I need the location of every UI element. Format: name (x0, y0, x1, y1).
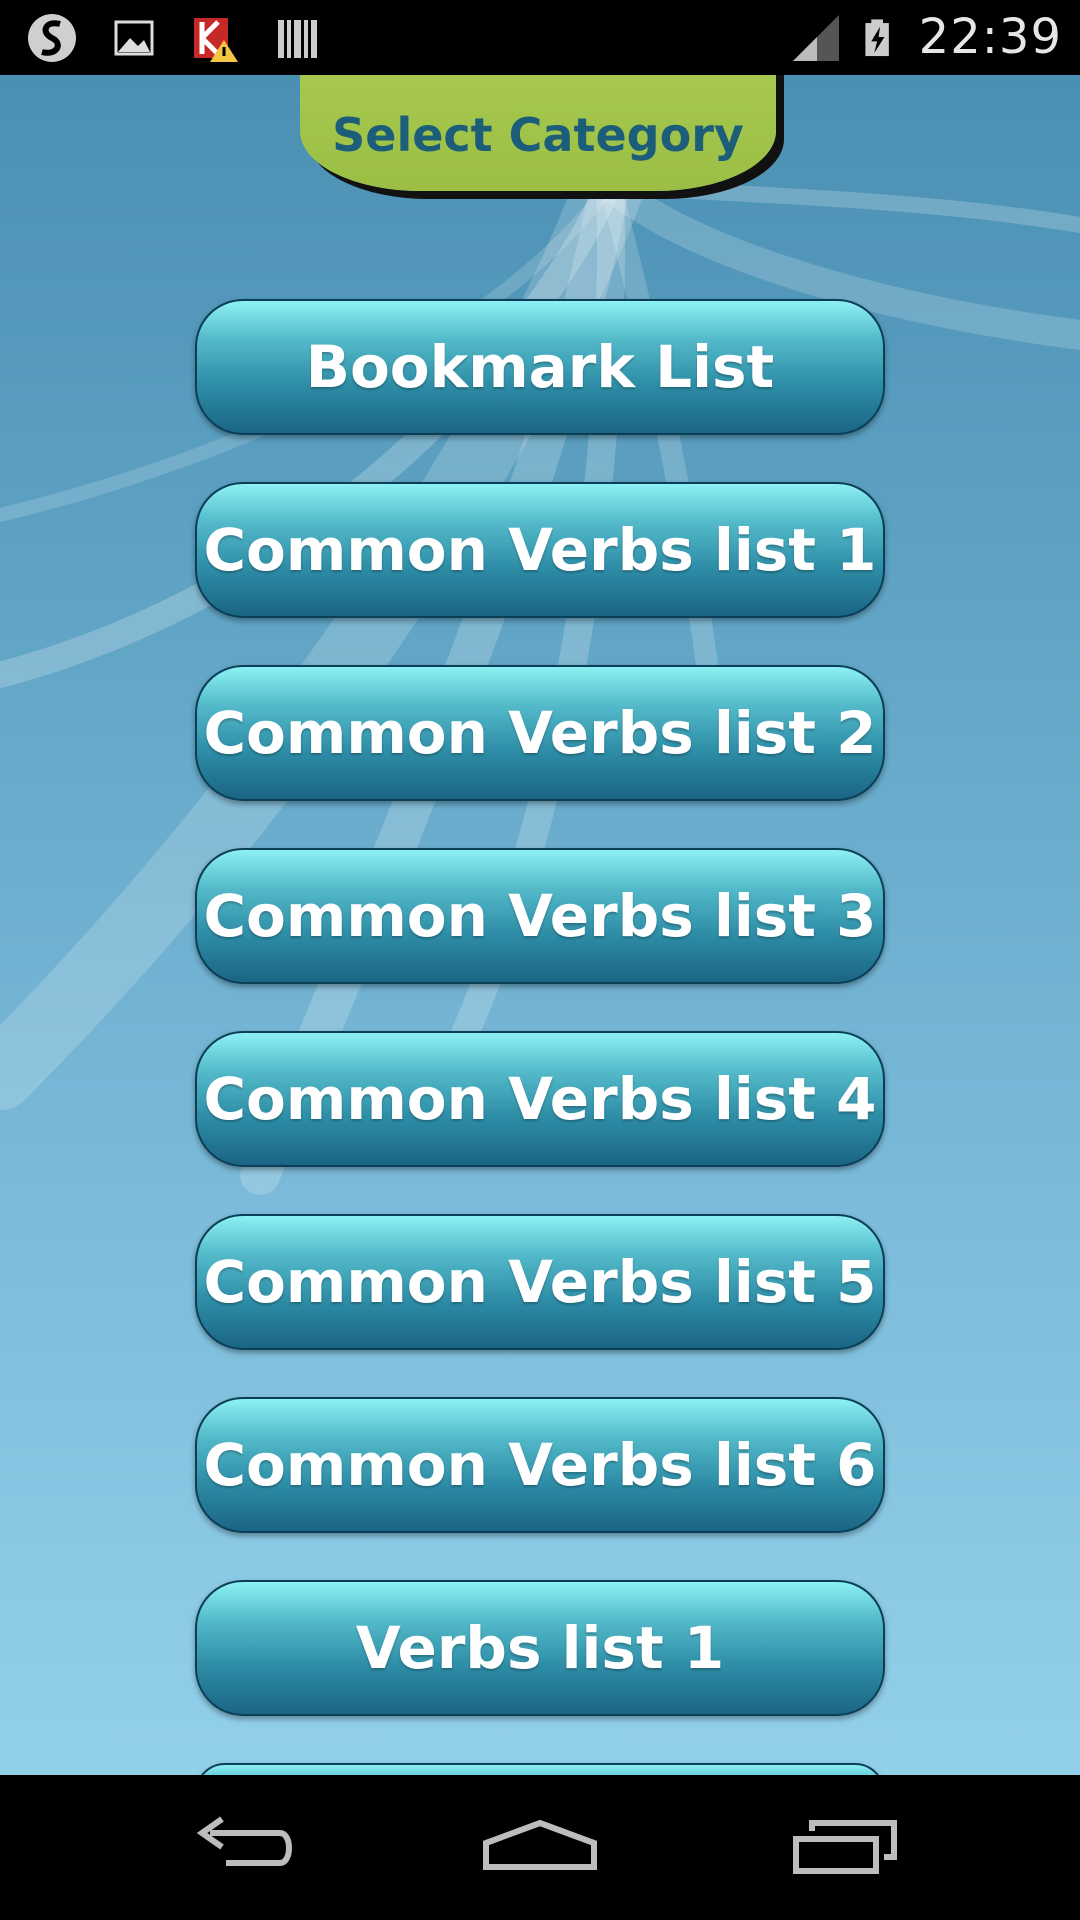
button-label: Common Verbs list 4 (203, 1065, 877, 1133)
clock: 22:39 (918, 9, 1062, 65)
back-icon (196, 1816, 292, 1866)
category-screen: Select Category Bookmark List Common Ver… (0, 75, 1080, 1775)
button-label: Common Verbs list 6 (203, 1431, 877, 1499)
home-icon (483, 1819, 597, 1870)
s-app-icon (28, 14, 76, 62)
status-bar: 22:39 (0, 0, 1080, 75)
button-label: Common Verbs list 2 (203, 699, 877, 767)
common-verbs-list-3-button[interactable]: Common Verbs list 3 (195, 848, 885, 984)
common-verbs-list-2-button[interactable]: Common Verbs list 2 (195, 665, 885, 801)
recent-apps-icon (793, 1820, 897, 1874)
image-icon (114, 20, 154, 56)
button-label: Common Verbs list 3 (203, 882, 877, 950)
button-label: Bookmark List (305, 333, 775, 401)
common-verbs-list-6-button[interactable]: Common Verbs list 6 (195, 1397, 885, 1533)
category-list: Bookmark List Common Verbs list 1 Common… (195, 299, 885, 1775)
button-label: Common Verbs list 5 (203, 1248, 877, 1316)
navigation-bar (0, 1775, 1080, 1920)
button-label: Common Verbs list 1 (203, 516, 877, 584)
page-title: Select Category (332, 108, 744, 162)
bookmark-list-button[interactable]: Bookmark List (195, 299, 885, 435)
notification-icons (22, 8, 328, 68)
common-verbs-list-4-button[interactable]: Common Verbs list 4 (195, 1031, 885, 1167)
barcode-icon (278, 20, 317, 58)
battery-charging-icon (865, 19, 889, 57)
kaspersky-warning-icon (194, 18, 238, 62)
recent-apps-button[interactable] (790, 1805, 910, 1885)
common-verbs-list-1-button[interactable]: Common Verbs list 1 (195, 482, 885, 618)
select-category-header: Select Category (300, 75, 776, 191)
signal-icon (792, 15, 839, 61)
back-button[interactable] (180, 1805, 300, 1885)
system-icons: 22:39 (787, 6, 1062, 68)
button-label: Verbs list 1 (355, 1614, 725, 1682)
common-verbs-list-5-button[interactable]: Common Verbs list 5 (195, 1214, 885, 1350)
next-category-button-partial[interactable] (195, 1763, 885, 1775)
home-button[interactable] (480, 1805, 600, 1885)
verbs-list-1-button[interactable]: Verbs list 1 (195, 1580, 885, 1716)
